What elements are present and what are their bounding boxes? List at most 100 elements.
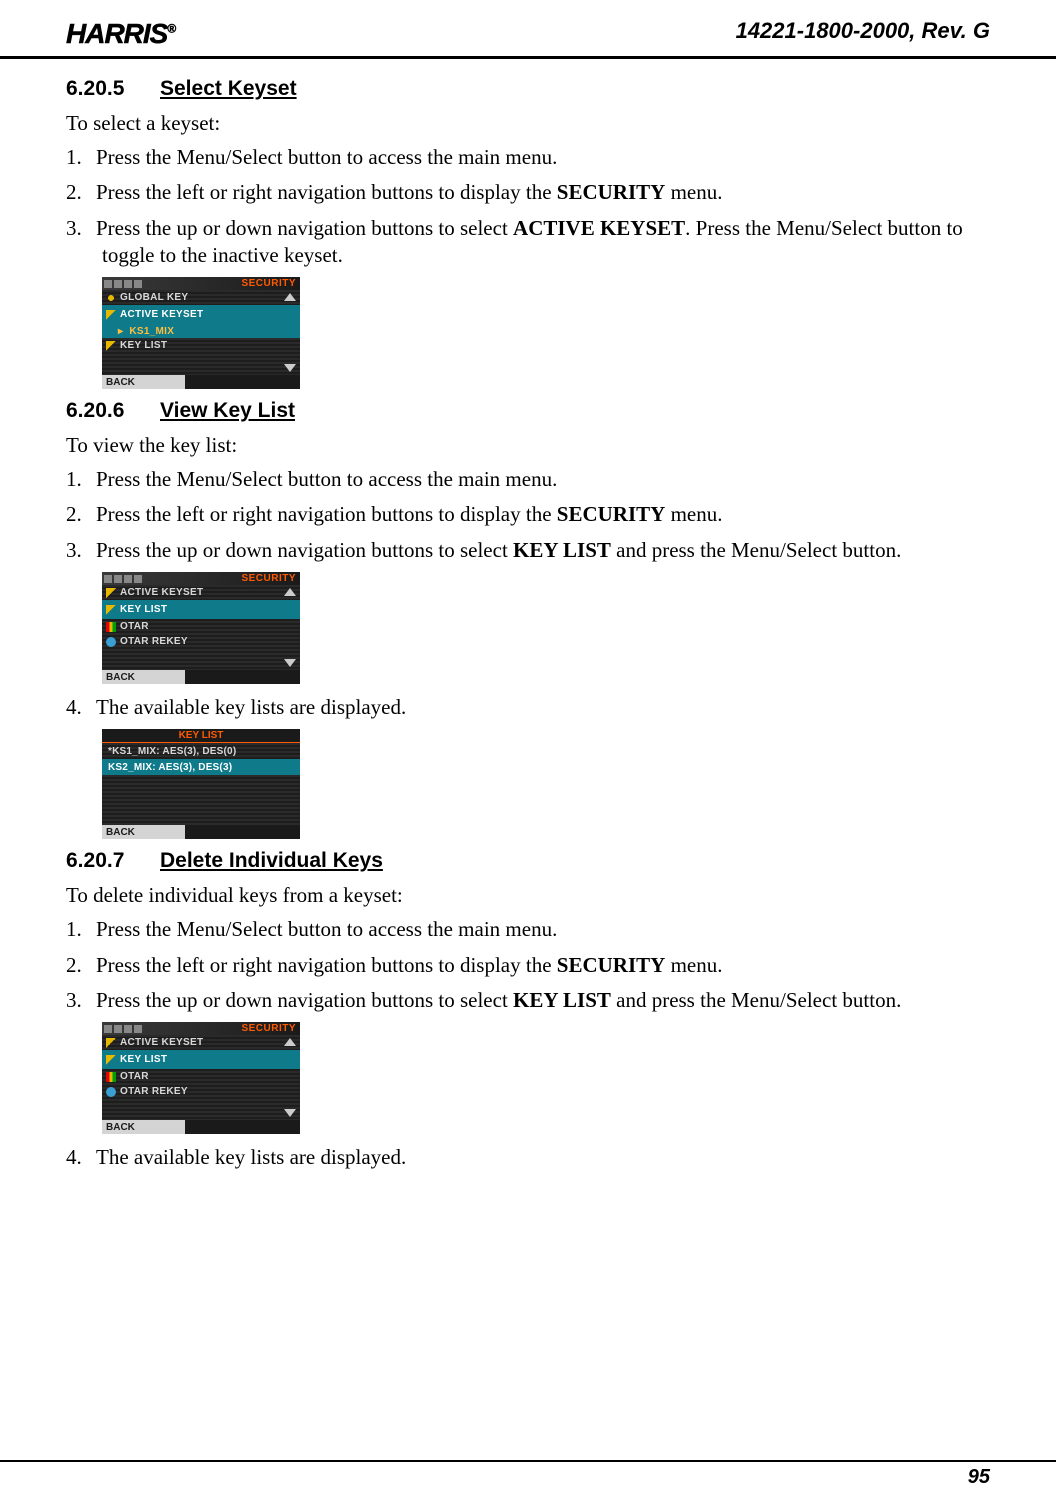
screenshot-topbar: SECURITY [102,1022,300,1035]
step-2: 2.Press the left or right navigation but… [66,179,990,206]
steps-list: 1.Press the Menu/Select button to access… [66,916,990,1014]
status-icon [114,280,122,288]
step-4: 4.The available key lists are displayed. [66,694,990,721]
key-icon [106,310,116,320]
document-number: 14221-1800-2000, Rev. G [736,18,990,44]
status-icon [114,575,122,583]
page-header: HARRIS® 14221-1800-2000, Rev. G [0,0,1056,59]
section-heading-delete-keys: 6.20.7Delete Individual Keys [66,849,990,873]
status-icon [124,280,132,288]
screenshot-topbar: SECURITY [102,572,300,585]
status-icon [104,280,112,288]
rekey-icon [106,637,116,647]
step-3: 3.Press the up or down navigation button… [66,537,990,564]
page-content: 6.20.5Select Keyset To select a keyset: … [0,59,1056,1172]
status-icon [124,575,132,583]
menu-row-otar-rekey: OTAR REKEY [102,1084,300,1099]
section-number: 6.20.5 [66,77,160,101]
key-icon [106,1038,116,1048]
screenshot-bottombar: BACK [102,1120,300,1134]
key-icon [106,1055,116,1065]
device-screenshot-security-key-list: SECURITY ACTIVE KEYSET KEY LIST OTAR OTA… [102,572,300,684]
logo-text: HARRIS [66,18,167,49]
intro-text: To view the key list: [66,433,990,458]
key-icon [106,588,116,598]
scroll-down-icon [284,364,296,372]
section-heading-view-key-list: 6.20.6View Key List [66,399,990,423]
scroll-up-icon [284,588,296,596]
menu-row-otar: OTAR [102,1069,300,1084]
device-screenshot-key-list-contents: KEY LIST *KS1_MIX: AES(3), DES(0) KS2_MI… [102,729,300,839]
step-1: 1.Press the Menu/Select button to access… [66,144,990,171]
key-icon [106,341,116,351]
menu-subrow-ks1: ▸KS1_MIX [102,324,300,338]
scroll-down-icon [284,659,296,667]
step-1: 1.Press the Menu/Select button to access… [66,916,990,943]
scroll-down-icon [284,1109,296,1117]
section-title: View Key List [160,399,295,422]
menu-row-otar: OTAR [102,619,300,634]
status-icon [134,280,142,288]
step-2: 2.Press the left or right navigation but… [66,501,990,528]
scroll-up-icon [284,293,296,301]
menu-row-key-list: KEY LIST [102,338,300,353]
otar-icon [106,622,116,632]
menu-row-key-list: KEY LIST [102,600,300,619]
status-icons [104,280,142,288]
screenshot-bottombar: BACK [102,375,300,389]
steps-list-continued: 4.The available key lists are displayed. [66,1144,990,1171]
harris-logo: HARRIS® [66,18,175,50]
screenshot-body: ACTIVE KEYSET KEY LIST OTAR OTAR REKEY [102,1035,300,1120]
status-icon [104,1025,112,1033]
status-icon [134,1025,142,1033]
page-footer: 95 [0,1460,1056,1489]
step-4: 4.The available key lists are displayed. [66,1144,990,1171]
screenshot-body: ACTIVE KEYSET KEY LIST OTAR OTAR REKEY [102,585,300,670]
screen-title: SECURITY [241,1023,296,1034]
screen-title: SECURITY [241,573,296,584]
section-number: 6.20.7 [66,849,160,873]
section-heading-select-keyset: 6.20.5Select Keyset [66,77,990,101]
device-screenshot-security-active-keyset: SECURITY GLOBAL KEY ACTIVE KEYSET ▸KS1_M… [102,277,300,389]
status-icons [104,1025,142,1033]
screenshot-body: GLOBAL KEY ACTIVE KEYSET ▸KS1_MIX KEY LI… [102,290,300,375]
status-icon [124,1025,132,1033]
device-screenshot-security-key-list-2: SECURITY ACTIVE KEYSET KEY LIST OTAR OTA… [102,1022,300,1134]
key-list-row-2: KS2_MIX: AES(3), DES(3) [102,759,300,775]
menu-row-active-keyset: ACTIVE KEYSET [102,1035,300,1050]
screen-title: KEY LIST [102,729,300,743]
menu-row-active-keyset: ACTIVE KEYSET [102,305,300,324]
key-list-row-1: *KS1_MIX: AES(3), DES(0) [102,743,300,759]
section-title: Delete Individual Keys [160,849,383,872]
step-3: 3.Press the up or down navigation button… [66,987,990,1014]
menu-row-active-keyset: ACTIVE KEYSET [102,585,300,600]
screenshot-bottombar: BACK [102,825,300,839]
menu-row-global-key: GLOBAL KEY [102,290,300,305]
steps-list: 1.Press the Menu/Select button to access… [66,144,990,269]
scroll-up-icon [284,1038,296,1046]
status-icon [104,575,112,583]
page-number: 95 [968,1466,990,1488]
step-1: 1.Press the Menu/Select button to access… [66,466,990,493]
screen-title: SECURITY [241,278,296,289]
screenshot-topbar: SECURITY [102,277,300,290]
steps-list-continued: 4.The available key lists are displayed. [66,694,990,721]
screenshot-body: *KS1_MIX: AES(3), DES(0) KS2_MIX: AES(3)… [102,743,300,825]
intro-text: To select a keyset: [66,111,990,136]
status-icons [104,575,142,583]
key-icon [106,605,116,615]
intro-text: To delete individual keys from a keyset: [66,883,990,908]
section-title: Select Keyset [160,77,297,100]
screenshot-bottombar: BACK [102,670,300,684]
key-icon [106,293,116,303]
steps-list: 1.Press the Menu/Select button to access… [66,466,990,564]
status-icon [114,1025,122,1033]
step-3: 3.Press the up or down navigation button… [66,215,990,270]
otar-icon [106,1072,116,1082]
rekey-icon [106,1087,116,1097]
section-number: 6.20.6 [66,399,160,423]
menu-row-otar-rekey: OTAR REKEY [102,634,300,649]
step-2: 2.Press the left or right navigation but… [66,952,990,979]
menu-row-key-list: KEY LIST [102,1050,300,1069]
status-icon [134,575,142,583]
